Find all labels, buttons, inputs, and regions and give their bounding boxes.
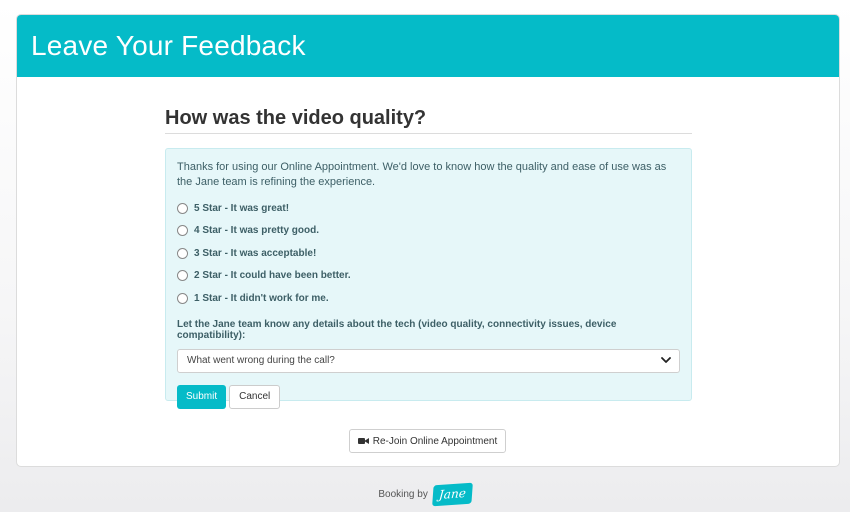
rating-option-5[interactable]: 5 Star - It was great!	[177, 197, 680, 220]
rejoin-appointment-button[interactable]: Re-Join Online Appointment	[349, 429, 506, 453]
feedback-panel: Thanks for using our Online Appointment.…	[165, 148, 692, 409]
rating-label[interactable]: 5 Star - It was great!	[194, 203, 289, 214]
rejoin-label: Re-Join Online Appointment	[372, 435, 498, 447]
radio-button[interactable]	[177, 202, 188, 214]
intro-text: Thanks for using our Online Appointment.…	[177, 161, 667, 188]
issue-select[interactable]: What went wrong during the call?	[177, 348, 680, 373]
rating-label[interactable]: 2 Star - It could have been better.	[194, 270, 351, 281]
radio-button[interactable]	[177, 247, 188, 259]
footer: Booking by Jane	[0, 480, 850, 508]
radio-button[interactable]	[177, 225, 188, 237]
issue-select-value: What went wrong during the call?	[187, 355, 335, 366]
divider	[165, 133, 692, 134]
rating-option-3[interactable]: 3 Star - It was acceptable!	[177, 242, 680, 265]
feedback-card: Leave Your Feedback How was the video qu…	[16, 14, 840, 467]
details-label: Let the Jane team know any details about…	[177, 318, 617, 341]
feedback-content: How was the video quality? Thanks for us…	[165, 77, 692, 409]
submit-button[interactable]: Submit	[177, 384, 227, 409]
radio-button[interactable]	[177, 270, 188, 282]
chevron-down-icon	[660, 355, 672, 367]
jane-logo[interactable]: Jane	[431, 482, 473, 506]
page-title: Leave Your Feedback	[31, 30, 306, 61]
radio-button[interactable]	[177, 292, 188, 304]
rating-label[interactable]: 3 Star - It was acceptable!	[194, 248, 316, 259]
card-header: Leave Your Feedback	[17, 15, 839, 77]
rating-option-1[interactable]: 1 Star - It didn't work for me.	[177, 287, 680, 310]
question-heading: How was the video quality?	[165, 107, 427, 129]
booking-by-text: Booking by	[378, 488, 428, 500]
video-camera-icon	[357, 437, 369, 445]
rating-label[interactable]: 1 Star - It didn't work for me.	[194, 293, 329, 304]
rating-option-4[interactable]: 4 Star - It was pretty good.	[177, 220, 680, 243]
rating-option-2[interactable]: 2 Star - It could have been better.	[177, 265, 680, 288]
form-actions: Submit Cancel	[177, 384, 680, 409]
cancel-button[interactable]: Cancel	[229, 384, 281, 409]
rating-label[interactable]: 4 Star - It was pretty good.	[194, 225, 319, 236]
